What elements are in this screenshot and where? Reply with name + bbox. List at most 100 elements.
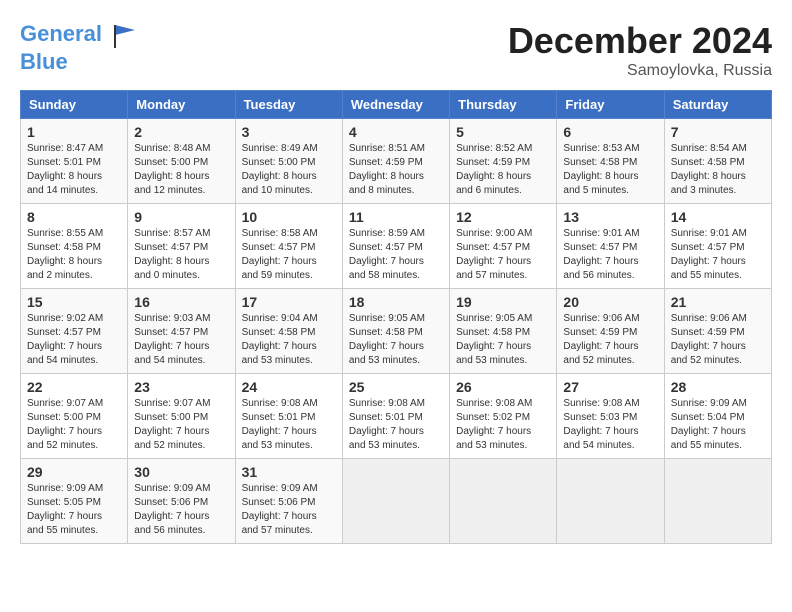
day-number: 20 — [563, 294, 657, 310]
col-wednesday: Wednesday — [342, 91, 449, 119]
day-number: 6 — [563, 124, 657, 140]
day-cell: 19 Sunrise: 9:05 AMSunset: 4:58 PMDaylig… — [450, 289, 557, 374]
col-thursday: Thursday — [450, 91, 557, 119]
day-cell: 26 Sunrise: 9:08 AMSunset: 5:02 PMDaylig… — [450, 374, 557, 459]
day-info: Sunrise: 9:05 AMSunset: 4:58 PMDaylight:… — [349, 312, 443, 368]
col-friday: Friday — [557, 91, 664, 119]
day-number: 21 — [671, 294, 765, 310]
day-info: Sunrise: 9:09 AMSunset: 5:06 PMDaylight:… — [134, 482, 228, 538]
day-info: Sunrise: 9:03 AMSunset: 4:57 PMDaylight:… — [134, 312, 228, 368]
day-info: Sunrise: 8:48 AMSunset: 5:00 PMDaylight:… — [134, 142, 228, 198]
day-info: Sunrise: 8:49 AMSunset: 5:00 PMDaylight:… — [242, 142, 336, 198]
calendar-header: Sunday Monday Tuesday Wednesday Thursday… — [21, 91, 772, 119]
day-number: 24 — [242, 379, 336, 395]
day-cell: 29 Sunrise: 9:09 AMSunset: 5:05 PMDaylig… — [21, 459, 128, 544]
page-header: General Blue December 2024 Samoylovka, R… — [20, 20, 772, 80]
day-info: Sunrise: 9:05 AMSunset: 4:58 PMDaylight:… — [456, 312, 550, 368]
day-cell: 25 Sunrise: 9:08 AMSunset: 5:01 PMDaylig… — [342, 374, 449, 459]
day-number: 18 — [349, 294, 443, 310]
day-info: Sunrise: 8:57 AMSunset: 4:57 PMDaylight:… — [134, 227, 228, 283]
day-cell: 1 Sunrise: 8:47 AMSunset: 5:01 PMDayligh… — [21, 119, 128, 204]
day-cell — [557, 459, 664, 544]
day-info: Sunrise: 9:06 AMSunset: 4:59 PMDaylight:… — [563, 312, 657, 368]
day-number: 19 — [456, 294, 550, 310]
day-number: 17 — [242, 294, 336, 310]
day-cell: 11 Sunrise: 8:59 AMSunset: 4:57 PMDaylig… — [342, 204, 449, 289]
col-monday: Monday — [128, 91, 235, 119]
day-number: 30 — [134, 464, 228, 480]
logo-blue: Blue — [20, 49, 68, 74]
day-cell: 4 Sunrise: 8:51 AMSunset: 4:59 PMDayligh… — [342, 119, 449, 204]
day-number: 27 — [563, 379, 657, 395]
day-number: 10 — [242, 209, 336, 225]
day-cell: 27 Sunrise: 9:08 AMSunset: 5:03 PMDaylig… — [557, 374, 664, 459]
day-cell: 10 Sunrise: 8:58 AMSunset: 4:57 PMDaylig… — [235, 204, 342, 289]
day-number: 1 — [27, 124, 121, 140]
week-row-4: 29 Sunrise: 9:09 AMSunset: 5:05 PMDaylig… — [21, 459, 772, 544]
day-info: Sunrise: 9:08 AMSunset: 5:01 PMDaylight:… — [242, 397, 336, 453]
day-cell: 21 Sunrise: 9:06 AMSunset: 4:59 PMDaylig… — [664, 289, 771, 374]
week-row-3: 22 Sunrise: 9:07 AMSunset: 5:00 PMDaylig… — [21, 374, 772, 459]
day-info: Sunrise: 9:04 AMSunset: 4:58 PMDaylight:… — [242, 312, 336, 368]
day-number: 22 — [27, 379, 121, 395]
title-block: December 2024 Samoylovka, Russia — [508, 20, 772, 80]
day-info: Sunrise: 9:01 AMSunset: 4:57 PMDaylight:… — [671, 227, 765, 283]
day-info: Sunrise: 8:58 AMSunset: 4:57 PMDaylight:… — [242, 227, 336, 283]
day-number: 3 — [242, 124, 336, 140]
day-info: Sunrise: 8:52 AMSunset: 4:59 PMDaylight:… — [456, 142, 550, 198]
day-number: 12 — [456, 209, 550, 225]
day-cell: 24 Sunrise: 9:08 AMSunset: 5:01 PMDaylig… — [235, 374, 342, 459]
day-number: 15 — [27, 294, 121, 310]
logo: General Blue — [20, 20, 140, 74]
col-saturday: Saturday — [664, 91, 771, 119]
day-number: 5 — [456, 124, 550, 140]
logo-general: General — [20, 21, 102, 46]
day-number: 16 — [134, 294, 228, 310]
day-info: Sunrise: 9:02 AMSunset: 4:57 PMDaylight:… — [27, 312, 121, 368]
day-number: 2 — [134, 124, 228, 140]
week-row-0: 1 Sunrise: 8:47 AMSunset: 5:01 PMDayligh… — [21, 119, 772, 204]
day-cell: 9 Sunrise: 8:57 AMSunset: 4:57 PMDayligh… — [128, 204, 235, 289]
day-number: 14 — [671, 209, 765, 225]
day-number: 28 — [671, 379, 765, 395]
day-info: Sunrise: 8:51 AMSunset: 4:59 PMDaylight:… — [349, 142, 443, 198]
col-tuesday: Tuesday — [235, 91, 342, 119]
day-info: Sunrise: 9:09 AMSunset: 5:05 PMDaylight:… — [27, 482, 121, 538]
day-cell — [450, 459, 557, 544]
day-info: Sunrise: 9:09 AMSunset: 5:06 PMDaylight:… — [242, 482, 336, 538]
day-info: Sunrise: 8:59 AMSunset: 4:57 PMDaylight:… — [349, 227, 443, 283]
day-cell: 23 Sunrise: 9:07 AMSunset: 5:00 PMDaylig… — [128, 374, 235, 459]
day-info: Sunrise: 9:08 AMSunset: 5:03 PMDaylight:… — [563, 397, 657, 453]
day-cell: 3 Sunrise: 8:49 AMSunset: 5:00 PMDayligh… — [235, 119, 342, 204]
day-number: 13 — [563, 209, 657, 225]
day-info: Sunrise: 9:08 AMSunset: 5:01 PMDaylight:… — [349, 397, 443, 453]
day-cell: 28 Sunrise: 9:09 AMSunset: 5:04 PMDaylig… — [664, 374, 771, 459]
week-row-2: 15 Sunrise: 9:02 AMSunset: 4:57 PMDaylig… — [21, 289, 772, 374]
month-title: December 2024 — [508, 20, 772, 62]
location-subtitle: Samoylovka, Russia — [508, 62, 772, 80]
header-row: Sunday Monday Tuesday Wednesday Thursday… — [21, 91, 772, 119]
day-info: Sunrise: 8:53 AMSunset: 4:58 PMDaylight:… — [563, 142, 657, 198]
day-info: Sunrise: 8:54 AMSunset: 4:58 PMDaylight:… — [671, 142, 765, 198]
day-info: Sunrise: 9:06 AMSunset: 4:59 PMDaylight:… — [671, 312, 765, 368]
day-info: Sunrise: 9:07 AMSunset: 5:00 PMDaylight:… — [27, 397, 121, 453]
day-cell: 18 Sunrise: 9:05 AMSunset: 4:58 PMDaylig… — [342, 289, 449, 374]
day-info: Sunrise: 9:09 AMSunset: 5:04 PMDaylight:… — [671, 397, 765, 453]
day-cell — [664, 459, 771, 544]
day-number: 31 — [242, 464, 336, 480]
day-cell: 22 Sunrise: 9:07 AMSunset: 5:00 PMDaylig… — [21, 374, 128, 459]
day-cell: 7 Sunrise: 8:54 AMSunset: 4:58 PMDayligh… — [664, 119, 771, 204]
col-sunday: Sunday — [21, 91, 128, 119]
day-number: 8 — [27, 209, 121, 225]
day-number: 11 — [349, 209, 443, 225]
day-number: 29 — [27, 464, 121, 480]
day-cell: 8 Sunrise: 8:55 AMSunset: 4:58 PMDayligh… — [21, 204, 128, 289]
day-info: Sunrise: 9:07 AMSunset: 5:00 PMDaylight:… — [134, 397, 228, 453]
day-info: Sunrise: 8:55 AMSunset: 4:58 PMDaylight:… — [27, 227, 121, 283]
day-number: 4 — [349, 124, 443, 140]
day-info: Sunrise: 9:01 AMSunset: 4:57 PMDaylight:… — [563, 227, 657, 283]
day-cell: 31 Sunrise: 9:09 AMSunset: 5:06 PMDaylig… — [235, 459, 342, 544]
day-number: 25 — [349, 379, 443, 395]
day-number: 26 — [456, 379, 550, 395]
day-cell: 5 Sunrise: 8:52 AMSunset: 4:59 PMDayligh… — [450, 119, 557, 204]
